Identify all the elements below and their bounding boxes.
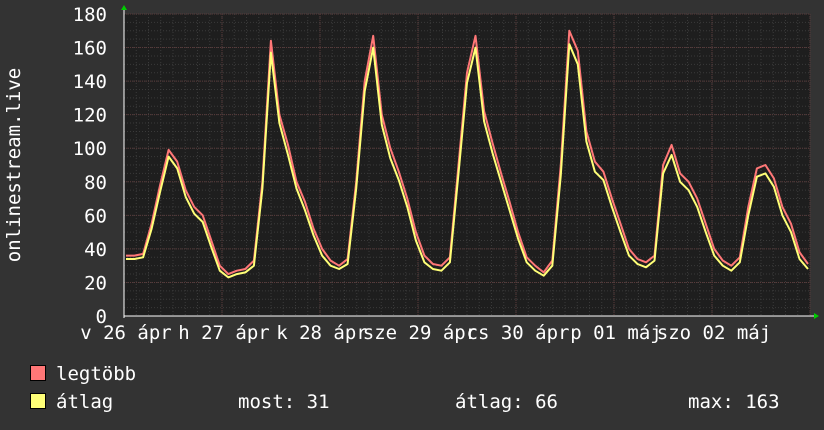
- stat-avg-value: 66: [535, 391, 558, 413]
- legend-item-max: legtöbb: [30, 363, 136, 385]
- y-axis-label: onlinestream.live: [3, 68, 25, 262]
- stat-now: most: 31: [238, 391, 330, 413]
- y-tick-label: 140: [73, 71, 107, 93]
- y-tick-label: 20: [84, 272, 107, 294]
- x-tick-label: v 26 ápr: [80, 322, 172, 344]
- y-tick-label: 180: [73, 4, 107, 26]
- x-axis-arrow: [814, 313, 819, 319]
- x-tick-label: cs 30 ápr: [467, 322, 570, 344]
- stat-max: max: 163: [688, 391, 780, 413]
- stat-now-value: 31: [306, 391, 330, 413]
- x-tick-label: sze 29 ápr: [363, 322, 477, 344]
- x-tick-labels: v 26 ápr h 27 ápr k 28 áprsze 29 áprcs 30 …: [80, 322, 771, 344]
- y-tick-label: 80: [84, 172, 107, 194]
- legend-label-max: legtöbb: [56, 363, 137, 385]
- legend-label-avg: átlag: [56, 391, 114, 413]
- y-tick-label: 160: [73, 38, 107, 60]
- x-tick-label: h 27 ápr: [178, 322, 270, 344]
- y-tick-label: 60: [84, 205, 107, 227]
- legend-swatch-avg: [30, 393, 46, 409]
- y-tick-labels: 020406080100120140160180: [73, 4, 107, 328]
- stat-avg: átlag: 66: [455, 391, 558, 413]
- y-axis-arrow: [121, 5, 127, 10]
- stat-avg-label: átlag:: [455, 391, 524, 413]
- y-tick-label: 120: [73, 105, 107, 127]
- legend-item-avg: átlag: [30, 391, 113, 413]
- stat-max-label: max:: [688, 391, 734, 413]
- y-tick-label: 100: [73, 138, 107, 160]
- stat-now-label: most:: [238, 391, 296, 413]
- x-tick-label: szo 02 máj: [657, 322, 771, 344]
- x-tick-label: p 01 máj: [570, 322, 662, 344]
- stat-max-value: 163: [745, 391, 780, 413]
- y-tick-label: 40: [84, 239, 107, 261]
- x-tick-label: k 28 ápr: [276, 322, 368, 344]
- legend-swatch-max: [30, 365, 46, 381]
